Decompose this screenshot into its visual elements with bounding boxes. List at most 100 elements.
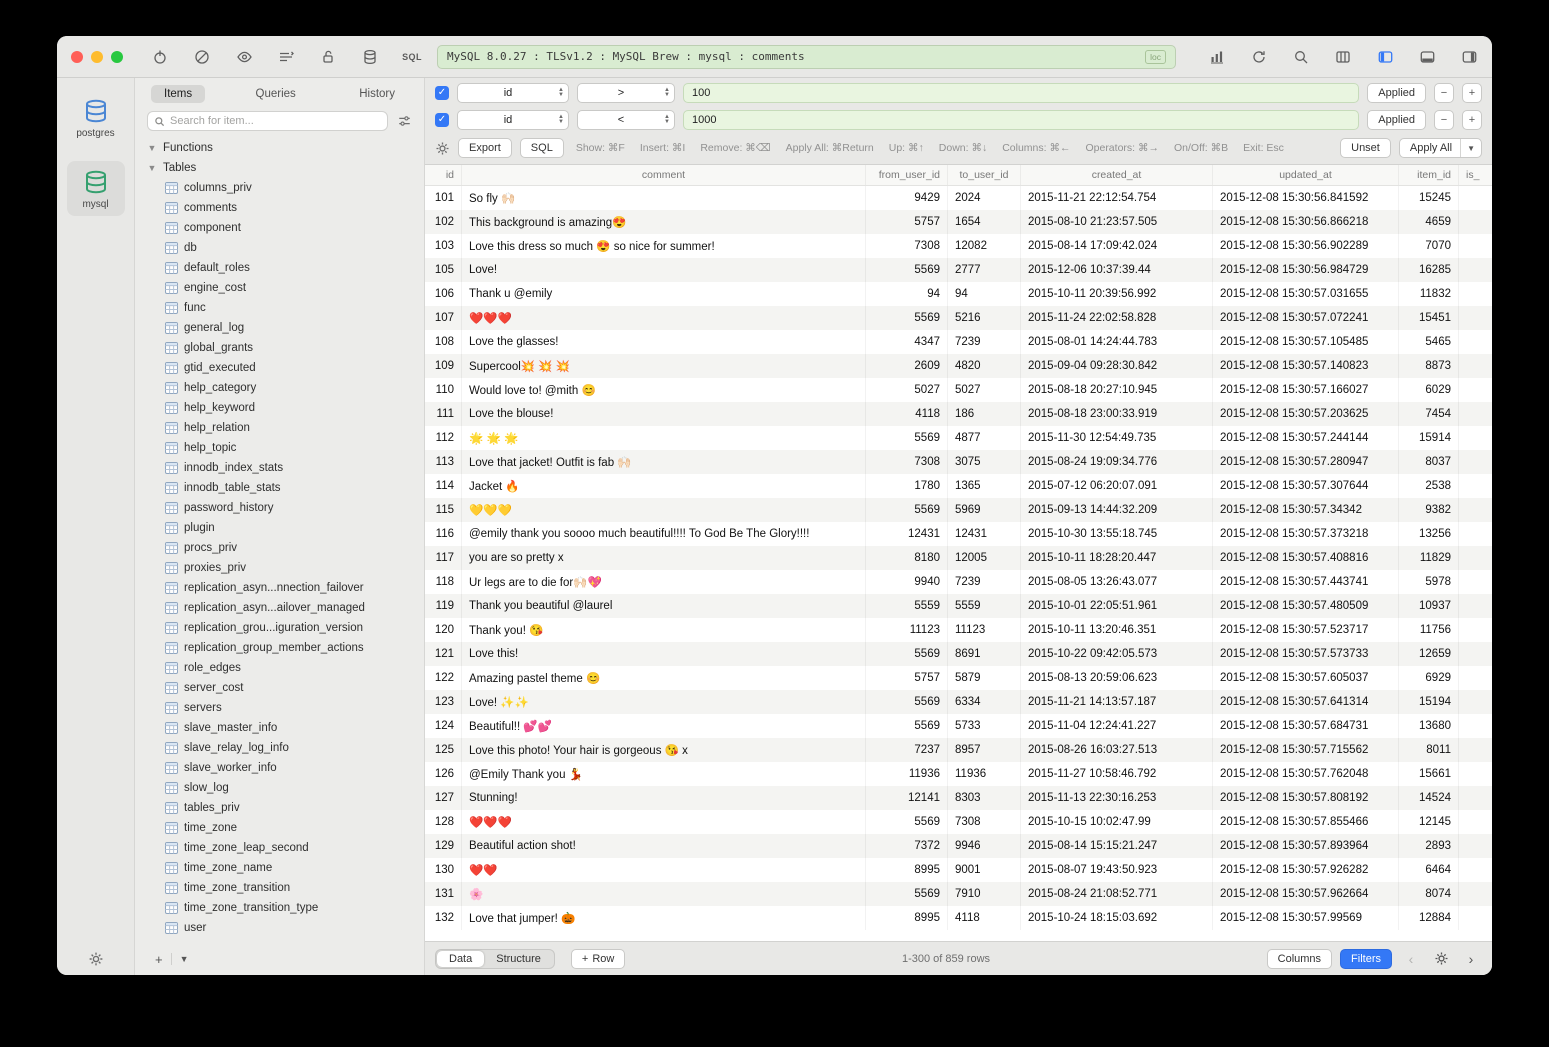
cell-id[interactable]: 117 [425,546,462,570]
cell-to-user-id[interactable]: 4118 [948,906,1021,930]
cell-updated-at[interactable]: 2015-12-08 15:30:57.605037 [1213,666,1399,690]
cell-id[interactable]: 111 [425,402,462,426]
minimize-button[interactable] [91,51,103,63]
cell-to-user-id[interactable]: 4820 [948,354,1021,378]
cell-is[interactable] [1459,858,1492,882]
cell-comment[interactable]: 🌸 [462,882,866,906]
sidebar-table-item[interactable]: slave_worker_info [147,758,424,778]
cell-to-user-id[interactable]: 5027 [948,378,1021,402]
sidebar-table-item[interactable]: server_cost [147,678,424,698]
sidebar-table-item[interactable]: password_history [147,498,424,518]
cell-to-user-id[interactable]: 2777 [948,258,1021,282]
cell-is[interactable] [1459,762,1492,786]
sidebar-table-item[interactable]: help_relation [147,418,424,438]
add-filter-button[interactable]: + [1462,83,1482,103]
cell-comment[interactable]: Love this photo! Your hair is gorgeous 😘… [462,738,866,762]
cell-created-at[interactable]: 2015-08-14 15:15:21.247 [1021,834,1213,858]
cell-comment[interactable]: Amazing pastel theme 😊 [462,666,866,690]
cell-to-user-id[interactable]: 8957 [948,738,1021,762]
cell-comment[interactable]: @Emily Thank you 💃 [462,762,866,786]
structure-icon[interactable] [277,48,295,66]
sidebar-table-item[interactable]: gtid_executed [147,358,424,378]
cell-item-id[interactable]: 13680 [1399,714,1459,738]
table-row[interactable]: 103Love this dress so much 😍 so nice for… [425,234,1492,258]
cell-item-id[interactable]: 12884 [1399,906,1459,930]
table-row[interactable]: 117you are so pretty x8180120052015-10-1… [425,546,1492,570]
cell-to-user-id[interactable]: 7910 [948,882,1021,906]
remove-filter-button[interactable]: − [1434,83,1454,103]
chart-icon[interactable] [1208,48,1226,66]
cell-to-user-id[interactable]: 6334 [948,690,1021,714]
cell-id[interactable]: 120 [425,618,462,642]
cell-created-at[interactable]: 2015-09-13 14:44:32.209 [1021,498,1213,522]
table-row[interactable]: 116@emily thank you soooo much beautiful… [425,522,1492,546]
sidebar-table-item[interactable]: servers [147,698,424,718]
cell-to-user-id[interactable]: 8303 [948,786,1021,810]
column-header-id[interactable]: id [425,165,462,185]
cell-item-id[interactable]: 15661 [1399,762,1459,786]
cell-from-user-id[interactable]: 5559 [866,594,948,618]
column-header-is[interactable]: is_ [1459,165,1492,185]
columns-button[interactable]: Columns [1267,949,1332,969]
cell-from-user-id[interactable]: 2609 [866,354,948,378]
cell-updated-at[interactable]: 2015-12-08 15:30:57.408816 [1213,546,1399,570]
filter-settings-gear-icon[interactable] [435,141,450,156]
cell-id[interactable]: 113 [425,450,462,474]
structure-view-button[interactable]: Structure [484,951,553,967]
cell-comment[interactable]: Jacket 🔥 [462,474,866,498]
cell-is[interactable] [1459,546,1492,570]
column-header-item-id[interactable]: item_id [1399,165,1459,185]
cell-item-id[interactable]: 12659 [1399,642,1459,666]
unset-button[interactable]: Unset [1340,138,1391,158]
cell-created-at[interactable]: 2015-10-11 20:39:56.992 [1021,282,1213,306]
table-row[interactable]: 111Love the blouse!41181862015-08-18 23:… [425,402,1492,426]
cell-from-user-id[interactable]: 5569 [866,882,948,906]
table-row[interactable]: 127Stunning!1214183032015-11-13 22:30:16… [425,786,1492,810]
sidebar-table-item[interactable]: help_topic [147,438,424,458]
cell-to-user-id[interactable]: 7308 [948,810,1021,834]
column-header-updated-at[interactable]: updated_at [1213,165,1399,185]
cell-created-at[interactable]: 2015-11-27 10:58:46.792 [1021,762,1213,786]
cell-comment[interactable]: 💛💛💛 [462,498,866,522]
table-row[interactable]: 125Love this photo! Your hair is gorgeou… [425,738,1492,762]
cell-is[interactable] [1459,210,1492,234]
table-row[interactable]: 114Jacket 🔥178013652015-07-12 06:20:07.0… [425,474,1492,498]
close-button[interactable] [71,51,83,63]
export-button[interactable]: Export [458,138,512,158]
filter-operator-select[interactable]: > ▲▼ [577,83,675,103]
cell-from-user-id[interactable]: 12431 [866,522,948,546]
cell-created-at[interactable]: 2015-07-12 06:20:07.091 [1021,474,1213,498]
cell-comment[interactable]: This background is amazing😍 [462,210,866,234]
cell-to-user-id[interactable]: 11936 [948,762,1021,786]
column-header-comment[interactable]: comment [462,165,866,185]
cell-from-user-id[interactable]: 5569 [866,714,948,738]
cell-from-user-id[interactable]: 11936 [866,762,948,786]
sql-button[interactable]: SQL [520,138,564,158]
cell-updated-at[interactable]: 2015-12-08 15:30:57.072241 [1213,306,1399,330]
cell-to-user-id[interactable]: 8691 [948,642,1021,666]
sidebar-table-item[interactable]: plugin [147,518,424,538]
cell-comment[interactable]: Stunning! [462,786,866,810]
cell-item-id[interactable]: 15914 [1399,426,1459,450]
sidebar-table-item[interactable]: default_roles [147,258,424,278]
cell-updated-at[interactable]: 2015-12-08 15:30:57.166027 [1213,378,1399,402]
next-page-button[interactable]: › [1460,948,1482,970]
cell-is[interactable] [1459,834,1492,858]
cell-comment[interactable]: Love! [462,258,866,282]
chevron-down-icon[interactable]: ▼ [147,143,157,153]
cell-to-user-id[interactable]: 12005 [948,546,1021,570]
cell-item-id[interactable]: 15194 [1399,690,1459,714]
tab-queries[interactable]: Queries [243,85,309,103]
cell-from-user-id[interactable]: 12141 [866,786,948,810]
column-header-created-at[interactable]: created_at [1021,165,1213,185]
sidebar-table-item[interactable]: time_zone_name [147,858,424,878]
table-row[interactable]: 126@Emily Thank you 💃11936119362015-11-2… [425,762,1492,786]
refresh-icon[interactable] [1250,48,1268,66]
sidebar-table-item[interactable]: help_category [147,378,424,398]
sidebar-table-item[interactable]: columns_priv [147,178,424,198]
cell-id[interactable]: 125 [425,738,462,762]
filter-tune-icon[interactable] [397,114,412,128]
page-settings-gear-icon[interactable] [1430,948,1452,970]
sidebar-table-item[interactable]: db [147,238,424,258]
column-header-to-user-id[interactable]: to_user_id [948,165,1021,185]
